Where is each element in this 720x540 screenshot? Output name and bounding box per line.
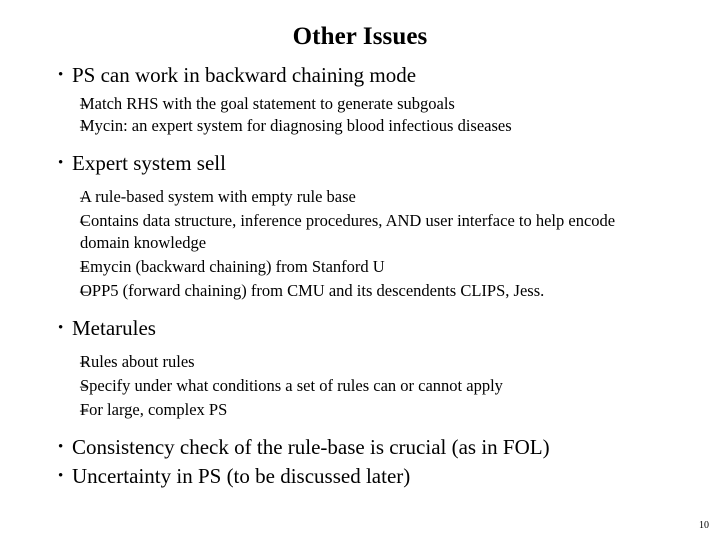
bullet-dot-icon: • [58, 468, 64, 484]
bullet-level2: – A rule-based system with empty rule ba… [52, 186, 666, 208]
bullet-level2-text: A rule-based system with empty rule base [80, 187, 356, 206]
bullet-dash-icon: – [80, 281, 89, 300]
bullet-dash-icon: – [80, 352, 89, 371]
bullet-level2-text: Contains data structure, inference proce… [80, 211, 616, 252]
page-number: 10 [699, 520, 709, 531]
bullet-level2-text: Mycin: an expert system for diagnosing b… [80, 116, 512, 135]
bullet-level1-text: Expert system sell [72, 151, 226, 175]
bullet-dot-icon: • [58, 439, 64, 455]
bullet-dash-icon: – [80, 257, 89, 276]
bullet-level2-text: Emycin (backward chaining) from Stanford… [80, 257, 385, 276]
bullet-dot-icon: • [58, 67, 64, 83]
bullet-level2: – OPP5 (forward chaining) from CMU and i… [52, 280, 666, 302]
bullet-level2: – Match RHS with the goal statement to g… [52, 93, 666, 115]
bullet-dot-icon: • [58, 155, 64, 171]
bullet-level2: – Specify under what conditions a set of… [52, 375, 666, 397]
bullet-level1: • Uncertainty in PS (to be discussed lat… [52, 463, 666, 490]
bullet-level2: – Contains data structure, inference pro… [52, 210, 666, 254]
bullet-level2: – Mycin: an expert system for diagnosing… [52, 115, 666, 137]
bullet-level2-text: Rules about rules [80, 352, 195, 371]
bullet-level1: • Consistency check of the rule-base is … [52, 434, 666, 461]
bullet-level1: • Expert system sell [52, 150, 666, 177]
bullet-level1: • Metarules [52, 315, 666, 342]
slide: Other Issues • PS can work in backward c… [0, 0, 720, 540]
bullet-level1-text: Uncertainty in PS (to be discussed later… [72, 464, 411, 488]
bullet-dash-icon: – [80, 94, 89, 113]
bullet-level1-text: PS can work in backward chaining mode [72, 63, 417, 87]
bullet-dash-icon: – [80, 400, 89, 419]
bullet-level2-text: Specify under what conditions a set of r… [80, 376, 503, 395]
bullet-level1: • PS can work in backward chaining mode [52, 62, 666, 89]
bullet-level2: – Emycin (backward chaining) from Stanfo… [52, 256, 666, 278]
bullet-level2: – Rules about rules [52, 351, 666, 373]
bullet-level2-text: For large, complex PS [80, 400, 228, 419]
bullet-level2-text: Match RHS with the goal statement to gen… [80, 94, 455, 113]
bullet-level2: – For large, complex PS [52, 399, 666, 421]
bullet-level1-text: Consistency check of the rule-base is cr… [72, 435, 550, 459]
bullet-dot-icon: • [58, 320, 64, 336]
slide-body: • PS can work in backward chaining mode … [52, 62, 666, 490]
bullet-level1-text: Metarules [72, 316, 156, 340]
bullet-level2-text: OPP5 (forward chaining) from CMU and its… [80, 281, 545, 300]
bullet-dash-icon: – [80, 376, 89, 395]
slide-title: Other Issues [292, 23, 428, 50]
bullet-dash-icon: – [80, 211, 89, 230]
bullet-dash-icon: – [80, 187, 89, 206]
bullet-dash-icon: – [80, 116, 89, 135]
